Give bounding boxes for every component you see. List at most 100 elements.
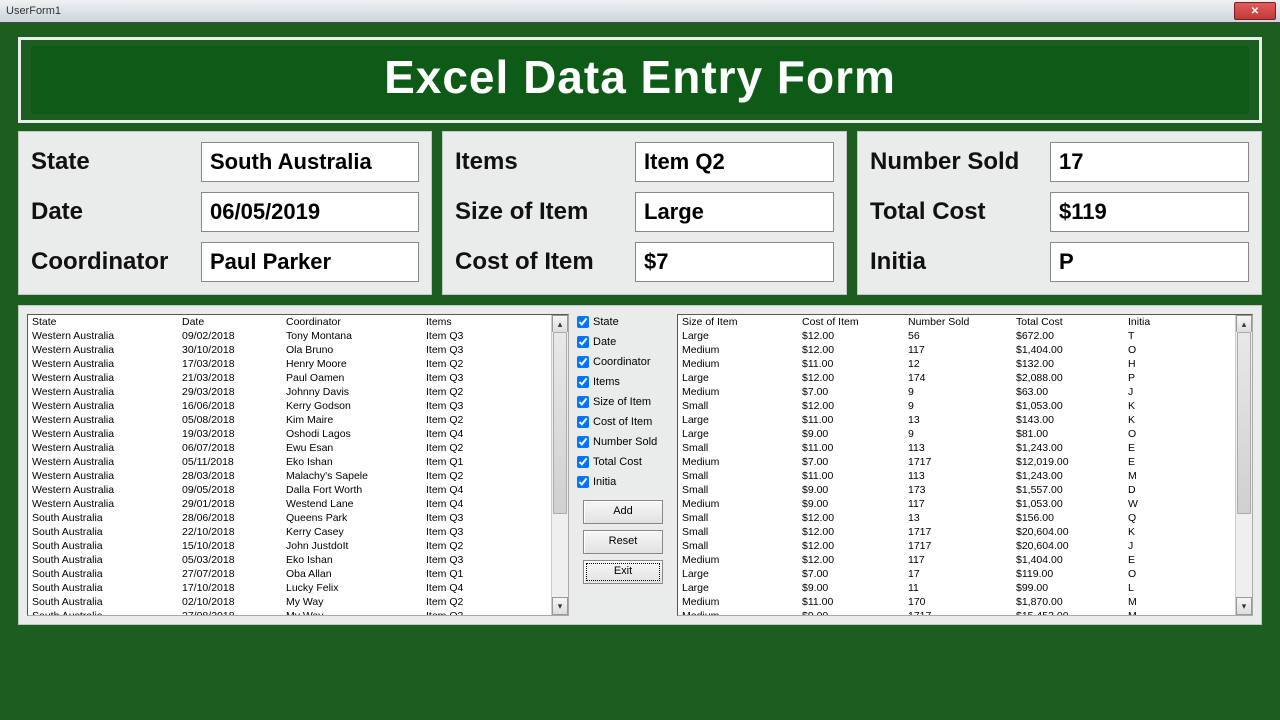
column-header: Coordinator (286, 316, 426, 328)
list-row[interactable]: South Australia05/03/2018Eko IshanItem Q… (28, 553, 568, 567)
list-row[interactable]: Western Australia16/06/2018Kerry GodsonI… (28, 399, 568, 413)
list-row[interactable]: Western Australia09/05/2018Dalla Fort Wo… (28, 483, 568, 497)
list-row[interactable]: South Australia27/07/2018Oba AllanItem Q… (28, 567, 568, 581)
check-total-cost[interactable]: Total Cost (575, 456, 671, 468)
label-size: Size of Item (455, 198, 635, 226)
list-row[interactable]: Large$11.0013$143.00K (678, 413, 1252, 427)
list-row[interactable]: Small$12.001717$20,604.00J (678, 539, 1252, 553)
input-initia[interactable]: P (1050, 242, 1249, 282)
list-row[interactable]: Western Australia30/10/2018Ola BrunoItem… (28, 343, 568, 357)
list-row[interactable]: Medium$11.0012$132.00H (678, 357, 1252, 371)
controls-column: State Date Coordinator Items Size of Ite… (575, 314, 671, 616)
list-row[interactable]: Large$12.0056$672.00T (678, 329, 1252, 343)
list-row[interactable]: Large$12.00174$2,088.00P (678, 371, 1252, 385)
check-cost[interactable]: Cost of Item (575, 416, 671, 428)
list-row[interactable]: South Australia28/06/2018Queens ParkItem… (28, 511, 568, 525)
input-total-cost[interactable]: $119 (1050, 192, 1249, 232)
list-row[interactable]: Small$11.00113$1,243.00E (678, 441, 1252, 455)
list-row[interactable]: Small$9.00173$1,557.00D (678, 483, 1252, 497)
banner-frame: Excel Data Entry Form (18, 37, 1262, 123)
listbox-left[interactable]: StateDateCoordinatorItemsWestern Austral… (27, 314, 569, 616)
label-items: Items (455, 148, 635, 176)
column-header: Size of Item (682, 316, 802, 328)
list-row[interactable]: Western Australia28/03/2018Malachy's Sap… (28, 469, 568, 483)
panel-state: StateSouth Australia Date06/05/2019 Coor… (18, 131, 432, 295)
list-row[interactable]: Western Australia29/01/2018Westend LaneI… (28, 497, 568, 511)
list-row[interactable]: Small$11.00113$1,243.00M (678, 469, 1252, 483)
input-size[interactable]: Large (635, 192, 834, 232)
label-cost: Cost of Item (455, 248, 635, 276)
column-header: Initia (1128, 316, 1188, 328)
list-row[interactable]: Medium$7.001717$12,019.00E (678, 455, 1252, 469)
list-row[interactable]: Small$12.009$1,053.00K (678, 399, 1252, 413)
list-row[interactable]: South Australia27/08/2018My WayItem Q3 (28, 609, 568, 616)
check-items[interactable]: Items (575, 376, 671, 388)
list-row[interactable]: Medium$12.00117$1,404.00O (678, 343, 1252, 357)
list-row[interactable]: Western Australia19/03/2018Oshodi LagosI… (28, 427, 568, 441)
reset-button[interactable]: Reset (583, 530, 663, 554)
list-row[interactable]: Medium$9.00117$1,053.00W (678, 497, 1252, 511)
list-row[interactable]: South Australia22/10/2018Kerry CaseyItem… (28, 525, 568, 539)
scroll-thumb[interactable] (553, 332, 567, 514)
input-number-sold[interactable]: 17 (1050, 142, 1249, 182)
list-row[interactable]: Western Australia05/08/2018Kim MaireItem… (28, 413, 568, 427)
column-header: Cost of Item (802, 316, 908, 328)
list-row[interactable]: South Australia15/10/2018John JustdoItIt… (28, 539, 568, 553)
label-state: State (31, 148, 201, 176)
label-total-cost: Total Cost (870, 198, 1050, 226)
label-number-sold: Number Sold (870, 148, 1050, 176)
list-row[interactable]: Western Australia21/03/2018Paul OamenIte… (28, 371, 568, 385)
scroll-down-icon[interactable]: ▾ (552, 597, 568, 615)
list-row[interactable]: Western Australia17/03/2018Henry MooreIt… (28, 357, 568, 371)
list-row[interactable]: Western Australia09/02/2018Tony MontanaI… (28, 329, 568, 343)
input-cost[interactable]: $7 (635, 242, 834, 282)
list-row[interactable]: Medium$9.001717$15,453.00M (678, 609, 1252, 616)
scrollbar[interactable]: ▴ ▾ (551, 315, 568, 615)
column-header: State (32, 316, 182, 328)
input-state[interactable]: South Australia (201, 142, 419, 182)
check-initia[interactable]: Initia (575, 476, 671, 488)
list-row[interactable]: South Australia02/10/2018My WayItem Q2 (28, 595, 568, 609)
label-initia: Initia (870, 248, 1050, 276)
close-icon: ✕ (1251, 6, 1259, 17)
window-title: UserForm1 (6, 5, 61, 17)
check-date[interactable]: Date (575, 336, 671, 348)
input-date[interactable]: 06/05/2019 (201, 192, 419, 232)
list-row[interactable]: Medium$7.009$63.00J (678, 385, 1252, 399)
column-header: Total Cost (1016, 316, 1128, 328)
scrollbar[interactable]: ▴ ▾ (1235, 315, 1252, 615)
check-coordinator[interactable]: Coordinator (575, 356, 671, 368)
list-row[interactable]: Large$9.0011$99.00L (678, 581, 1252, 595)
list-row[interactable]: Large$9.009$81.00O (678, 427, 1252, 441)
list-row[interactable]: Western Australia06/07/2018Ewu EsanItem … (28, 441, 568, 455)
list-row[interactable]: Small$12.001717$20,604.00K (678, 525, 1252, 539)
list-row[interactable]: Medium$12.00117$1,404.00E (678, 553, 1252, 567)
check-size[interactable]: Size of Item (575, 396, 671, 408)
panel-items: ItemsItem Q2 Size of ItemLarge Cost of I… (442, 131, 847, 295)
form-body: Excel Data Entry Form StateSouth Austral… (0, 23, 1280, 637)
add-button[interactable]: Add (583, 500, 663, 524)
list-row[interactable]: Western Australia29/03/2018Johnny DavisI… (28, 385, 568, 399)
list-row[interactable]: Small$12.0013$156.00Q (678, 511, 1252, 525)
list-row[interactable]: Large$7.0017$119.00O (678, 567, 1252, 581)
listbox-right[interactable]: Size of ItemCost of ItemNumber SoldTotal… (677, 314, 1253, 616)
scroll-down-icon[interactable]: ▾ (1236, 597, 1252, 615)
check-number-sold[interactable]: Number Sold (575, 436, 671, 448)
scroll-up-icon[interactable]: ▴ (1236, 315, 1252, 333)
list-row[interactable]: Medium$11.00170$1,870.00M (678, 595, 1252, 609)
list-row[interactable]: Western Australia05/11/2018Eko IshanItem… (28, 455, 568, 469)
scroll-thumb[interactable] (1237, 332, 1251, 514)
panel-totals: Number Sold17 Total Cost$119 InitiaP (857, 131, 1262, 295)
close-button[interactable]: ✕ (1234, 2, 1276, 20)
titlebar: UserForm1 ✕ (0, 0, 1280, 23)
page-title: Excel Data Entry Form (31, 46, 1249, 114)
input-items[interactable]: Item Q2 (635, 142, 834, 182)
check-state[interactable]: State (575, 316, 671, 328)
exit-button[interactable]: Exit (583, 560, 663, 584)
entry-panels: StateSouth Australia Date06/05/2019 Coor… (18, 131, 1262, 295)
input-coordinator[interactable]: Paul Parker (201, 242, 419, 282)
scroll-up-icon[interactable]: ▴ (552, 315, 568, 333)
column-header: Number Sold (908, 316, 1016, 328)
column-header: Date (182, 316, 286, 328)
list-row[interactable]: South Australia17/10/2018Lucky FelixItem… (28, 581, 568, 595)
